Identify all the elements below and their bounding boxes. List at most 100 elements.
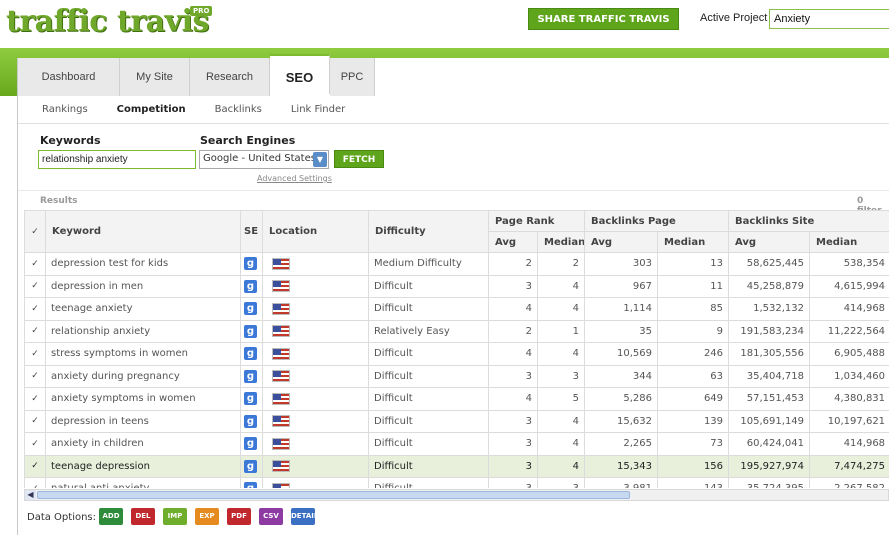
subnav-rankings[interactable]: Rankings: [42, 104, 88, 115]
blp-avg-cell: 303: [584, 252, 659, 276]
table-row[interactable]: ✓ stress symptoms in women g Difficult 4 4 10,…: [24, 342, 889, 366]
table-row[interactable]: ✓ anxiety in children g Difficult 3 4 2,265 73 6…: [24, 432, 889, 456]
sub-navigation: Rankings Competition Backlinks Link Find…: [42, 104, 374, 115]
export-icon[interactable]: EXP: [195, 508, 219, 525]
table-row[interactable]: ✓ relationship anxiety g Relatively Easy 2 1 3…: [24, 319, 889, 343]
keyword-cell: depression in teens: [45, 409, 241, 433]
app-logo: traffic travis: [6, 4, 209, 39]
column-blp-median[interactable]: Median: [657, 231, 730, 253]
google-icon: g: [244, 437, 257, 451]
table-row[interactable]: ✓ depression in teens g Difficult 3 4 15,632 13…: [24, 409, 889, 433]
se-cell: g: [240, 319, 263, 343]
advanced-settings-link[interactable]: Advanced Settings: [257, 174, 332, 183]
row-checkbox[interactable]: ✓: [24, 274, 46, 298]
row-checkbox[interactable]: ✓: [24, 342, 46, 366]
column-location[interactable]: Location: [262, 210, 369, 253]
blp-avg-cell: 344: [584, 364, 659, 388]
table-row[interactable]: ✓ depression test for kids g Medium Difficu…: [24, 252, 889, 276]
column-se[interactable]: SE: [240, 210, 263, 253]
tab-my-site[interactable]: My Site: [120, 58, 190, 96]
column-bls-avg[interactable]: Avg: [728, 231, 811, 253]
column-blp-avg[interactable]: Avg: [584, 231, 659, 253]
subnav-backlinks[interactable]: Backlinks: [215, 104, 262, 115]
pr-avg-cell: 3: [488, 454, 538, 478]
column-bls-median[interactable]: Median: [809, 231, 889, 253]
row-checkbox[interactable]: ✓: [24, 387, 46, 411]
add-icon[interactable]: ADD: [99, 508, 123, 525]
data-options-label: Data Options:: [27, 512, 97, 523]
keyword-cell: depression test for kids: [45, 252, 241, 276]
share-button[interactable]: SHARE TRAFFIC TRAVIS: [528, 8, 679, 30]
bls-avg-cell: 35,404,718: [728, 364, 811, 388]
delete-icon[interactable]: DEL: [131, 508, 155, 525]
difficulty-cell: Difficult: [368, 342, 489, 366]
row-checkbox[interactable]: ✓: [24, 252, 46, 276]
column-keyword[interactable]: Keyword: [45, 210, 241, 253]
location-cell: [262, 297, 369, 321]
tab-dashboard[interactable]: Dashboard: [18, 58, 120, 96]
table-row[interactable]: ✓ anxiety during pregnancy g Difficult 3 3 344…: [24, 364, 889, 388]
table-row[interactable]: ✓ teenage anxiety g Difficult 4 4 1,114 85 1,532…: [24, 297, 889, 321]
subnav-competition[interactable]: Competition: [117, 104, 186, 115]
chevron-down-icon[interactable]: ▼: [313, 152, 327, 167]
bls-median-cell: 2,267,582: [809, 477, 889, 488]
row-checkbox[interactable]: ✓: [24, 297, 46, 321]
tab-ppc[interactable]: PPC: [330, 58, 375, 96]
tab-research[interactable]: Research: [190, 58, 270, 96]
row-checkbox[interactable]: ✓: [24, 477, 46, 488]
row-checkbox[interactable]: ✓: [24, 454, 46, 478]
pr-median-cell: 4: [536, 342, 586, 366]
column-pr-median[interactable]: Median: [536, 231, 586, 253]
row-checkbox[interactable]: ✓: [24, 364, 46, 388]
subnav-link-finder[interactable]: Link Finder: [291, 104, 345, 115]
bls-median-cell: 6,905,488: [809, 342, 889, 366]
bls-median-cell: 1,034,460: [809, 364, 889, 388]
bls-median-cell: 4,615,994: [809, 274, 889, 298]
google-icon: g: [244, 459, 257, 473]
google-icon: g: [244, 392, 257, 406]
column-difficulty[interactable]: Difficulty: [368, 210, 489, 253]
row-checkbox[interactable]: ✓: [24, 409, 46, 433]
bls-avg-cell: 105,691,149: [728, 409, 811, 433]
tab-seo[interactable]: SEO: [270, 54, 330, 94]
blp-avg-cell: 10,569: [584, 342, 659, 366]
results-body: ✓ depression test for kids g Medium Difficu…: [24, 252, 889, 488]
keywords-input[interactable]: [38, 150, 196, 169]
scroll-left-icon[interactable]: ◀: [25, 490, 36, 500]
blp-avg-cell: 5,286: [584, 387, 659, 411]
bls-avg-cell: 60,424,041: [728, 432, 811, 456]
csv-icon[interactable]: CSV: [259, 508, 283, 525]
active-project-label: Active Project: [700, 12, 768, 24]
keyword-cell: teenage depression: [45, 454, 241, 478]
bls-median-cell: 11,222,564: [809, 319, 889, 343]
search-engine-select[interactable]: Google - United States: [199, 150, 329, 169]
active-project-input[interactable]: [769, 9, 889, 29]
table-row[interactable]: ✓ teenage depression g Difficult 3 4 15,343 156…: [24, 454, 889, 478]
fetch-button[interactable]: FETCH: [334, 150, 384, 168]
blp-median-cell: 13: [657, 252, 730, 276]
bls-median-cell: 7,474,275: [809, 454, 889, 478]
scrollbar-thumb[interactable]: [37, 491, 630, 499]
blp-avg-cell: 3,981: [584, 477, 659, 488]
google-icon: g: [244, 324, 257, 338]
horizontal-scrollbar[interactable]: ◀: [24, 489, 889, 501]
us-flag-icon: [272, 257, 290, 270]
google-icon: g: [244, 347, 257, 361]
select-all-checkbox[interactable]: ✓: [24, 210, 46, 253]
table-row[interactable]: ✓ depression in men g Difficult 3 4 967 11 45,25…: [24, 274, 889, 298]
search-engines-label: Search Engines: [200, 134, 296, 147]
pdf-icon[interactable]: PDF: [227, 508, 251, 525]
table-row[interactable]: ✓natural anti anxietygDifficult333,98114…: [24, 477, 889, 488]
pr-avg-cell: 3: [488, 364, 538, 388]
import-icon[interactable]: IMP: [163, 508, 187, 525]
blp-median-cell: 11: [657, 274, 730, 298]
detail-icon[interactable]: DETAIL: [291, 508, 318, 525]
row-checkbox[interactable]: ✓: [24, 319, 46, 343]
row-checkbox[interactable]: ✓: [24, 432, 46, 456]
pr-avg-cell: 3: [488, 477, 538, 488]
difficulty-cell: Difficult: [368, 364, 489, 388]
bls-avg-cell: 57,151,453: [728, 387, 811, 411]
location-cell: [262, 454, 369, 478]
column-pr-avg[interactable]: Avg: [488, 231, 538, 253]
table-row[interactable]: ✓ anxiety symptoms in women g Difficult 4 5 5,…: [24, 387, 889, 411]
